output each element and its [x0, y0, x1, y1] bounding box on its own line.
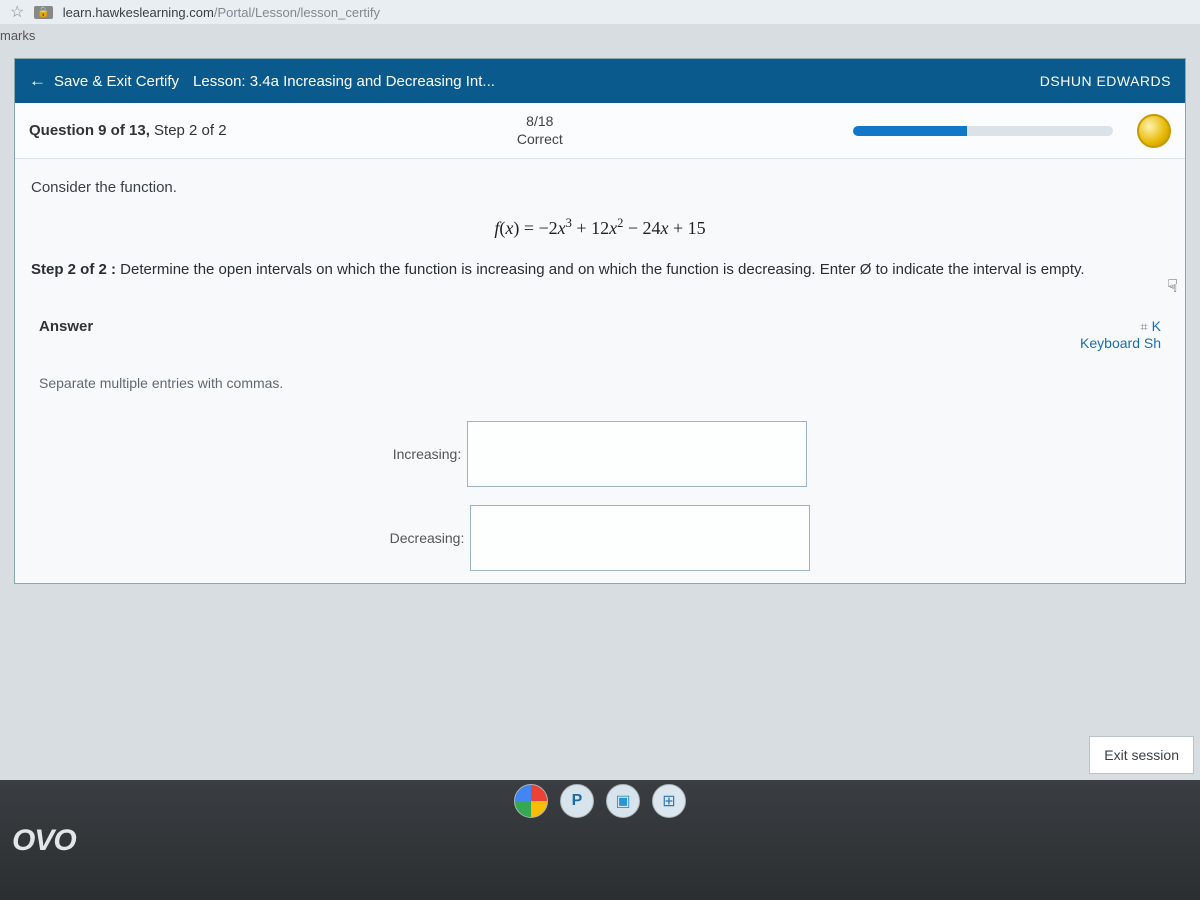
- lesson-title: Lesson: 3.4a Increasing and Decreasing I…: [193, 73, 495, 90]
- url-path: /Portal/Lesson/lesson_certify: [214, 5, 380, 20]
- question-step: Step 2 of 2: [150, 122, 227, 139]
- progress-bar: [853, 126, 1113, 136]
- decreasing-row: Decreasing:: [390, 505, 811, 571]
- medal-icon: [1137, 114, 1171, 148]
- url-display[interactable]: learn.hawkeslearning.com/Portal/Lesson/l…: [63, 5, 380, 20]
- progress-fill: [853, 126, 967, 136]
- browser-address-bar: ☆ 🔒 learn.hawkeslearning.com/Portal/Less…: [0, 0, 1200, 24]
- keyboard-tools[interactable]: ⌗ K Keyboard Sh: [1080, 318, 1161, 351]
- app-window: ← Save & Exit Certify Lesson: 3.4a Incre…: [14, 58, 1186, 584]
- decreasing-input[interactable]: [470, 505, 810, 571]
- keypad-label: K: [1152, 318, 1161, 334]
- question-title: Question 9 of 13, Step 2 of 2: [29, 122, 227, 139]
- user-name[interactable]: DSHUN EDWARDS: [1040, 73, 1171, 89]
- keypad-icon[interactable]: ⌗: [1140, 319, 1147, 334]
- calculator-icon[interactable]: ⊞: [652, 784, 686, 818]
- increasing-row: Increasing:: [393, 421, 807, 487]
- bookmarks-label: marks: [0, 28, 35, 43]
- taskbar-icons: P ▣ ⊞: [514, 784, 686, 818]
- separator-note: Separate multiple entries with commas.: [39, 375, 1169, 391]
- system-taskbar: Exit session OVO P ▣ ⊞: [0, 780, 1200, 900]
- save-exit-button[interactable]: ← Save & Exit Certify: [29, 71, 179, 91]
- bookmarks-bar: marks: [0, 24, 1200, 50]
- increasing-label: Increasing:: [393, 446, 461, 462]
- step-label: Step 2 of 2 :: [31, 261, 116, 278]
- save-exit-label: Save & Exit Certify: [54, 73, 179, 90]
- step-desc: Determine the open intervals on which th…: [116, 261, 1085, 278]
- progress-area: [853, 114, 1171, 148]
- keyboard-shortcut-link[interactable]: Keyboard Sh: [1080, 335, 1161, 351]
- answer-inputs: Increasing: Decreasing:: [31, 421, 1169, 571]
- favorite-icon[interactable]: ☆: [10, 2, 24, 22]
- question-subheader: Question 9 of 13, Step 2 of 2 8/18 Corre…: [15, 103, 1185, 159]
- step-instruction: Step 2 of 2 : Determine the open interva…: [31, 261, 1169, 278]
- chrome-icon[interactable]: [514, 784, 548, 818]
- answer-heading: Answer: [39, 318, 93, 335]
- question-number: Question 9 of 13,: [29, 122, 150, 139]
- app-icon-p[interactable]: P: [560, 784, 594, 818]
- question-body: Consider the function. f(x) = −2x3 + 12x…: [15, 159, 1185, 583]
- function-equation: f(x) = −2x3 + 12x2 − 24x + 15: [31, 216, 1169, 239]
- cursor-icon: ☟: [1167, 276, 1178, 297]
- lock-icon: 🔒: [34, 6, 52, 19]
- app-header: ← Save & Exit Certify Lesson: 3.4a Incre…: [15, 59, 1185, 103]
- url-host: learn.hawkeslearning.com: [63, 5, 214, 20]
- consider-text: Consider the function.: [31, 179, 1169, 196]
- score-label: Correct: [517, 131, 563, 149]
- score-display: 8/18 Correct: [517, 113, 563, 148]
- answer-header: Answer ⌗ K Keyboard Sh: [31, 318, 1169, 351]
- exit-session-button[interactable]: Exit session: [1089, 736, 1194, 774]
- score-value: 8/18: [517, 113, 563, 131]
- camera-icon[interactable]: ▣: [606, 784, 640, 818]
- device-logo: OVO: [12, 824, 76, 858]
- decreasing-label: Decreasing:: [390, 530, 465, 546]
- increasing-input[interactable]: [467, 421, 807, 487]
- arrow-left-icon: ←: [29, 71, 46, 91]
